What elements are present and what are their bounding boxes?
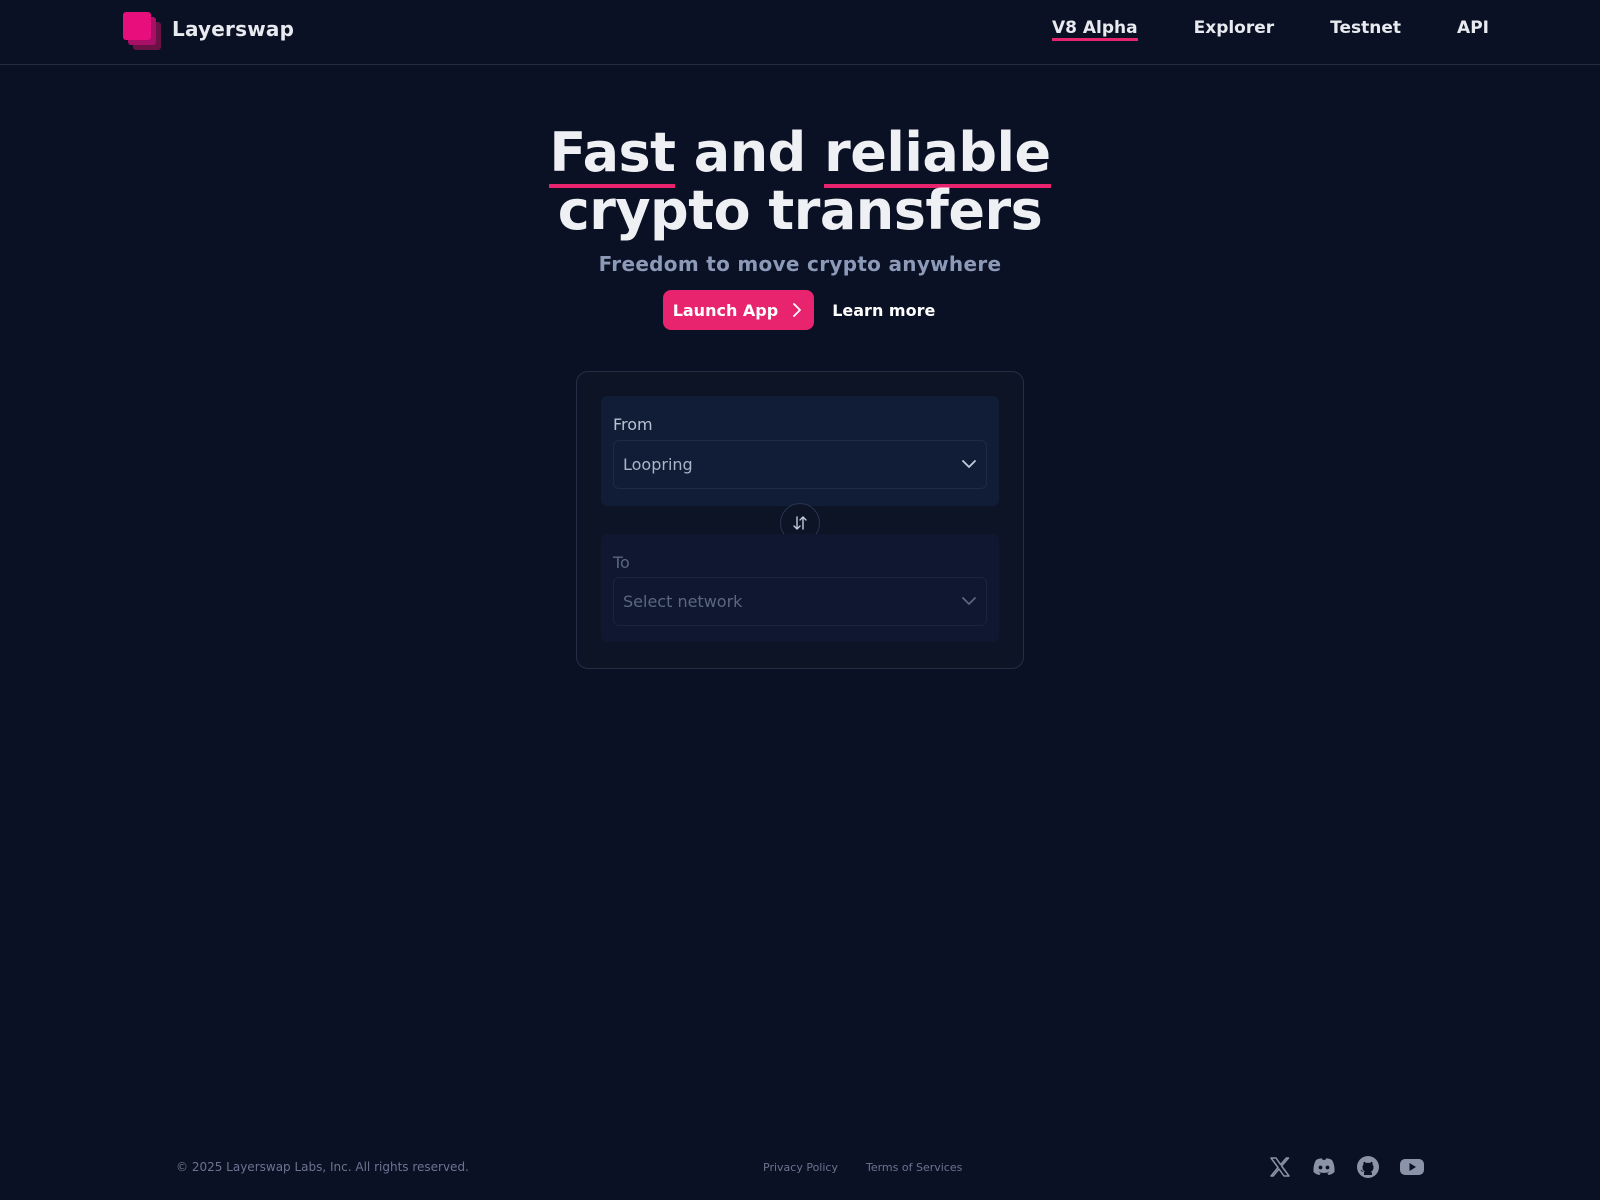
from-panel: From Loopring [601, 396, 999, 506]
launch-app-button[interactable]: Launch App [662, 290, 815, 330]
to-network-placeholder: Select network [623, 592, 743, 611]
from-network-value: Loopring [623, 455, 693, 474]
swap-arrows-icon [793, 516, 807, 530]
to-label: To [613, 553, 630, 572]
launch-app-label: Launch App [672, 300, 779, 320]
hero-title-fast: Fast [549, 121, 676, 188]
cta-row: Launch App Learn more [0, 290, 1600, 330]
to-network-select[interactable]: Select network [613, 577, 987, 626]
chevron-down-icon [962, 597, 976, 605]
learn-more-button[interactable]: Learn more [830, 301, 937, 320]
nav-v8-alpha[interactable]: V8 Alpha [1051, 18, 1138, 41]
nav-explorer[interactable]: Explorer [1194, 18, 1275, 41]
chevron-right-icon [793, 303, 802, 317]
from-network-select[interactable]: Loopring [613, 440, 987, 489]
from-label: From [613, 415, 653, 434]
hero-title-reliable: reliable [824, 121, 1051, 188]
hero-subtitle: Freedom to move crypto anywhere [598, 252, 1002, 276]
hero-title: Fast and reliable crypto transfers [0, 121, 1600, 242]
youtube-icon[interactable] [1399, 1154, 1425, 1180]
hero-title-line2: crypto transfers [557, 179, 1043, 242]
x-icon[interactable] [1267, 1154, 1293, 1180]
top-navigation-bar: Layerswap V8 Alpha Explorer Testnet API [0, 0, 1600, 65]
footer: © 2025 Layerswap Labs, Inc. All rights r… [0, 1150, 1600, 1186]
hero-section: Fast and reliable crypto transfers Freed… [0, 121, 1600, 330]
social-links [1267, 1154, 1425, 1180]
layerswap-logo-icon[interactable] [123, 12, 161, 50]
discord-icon[interactable] [1311, 1154, 1337, 1180]
nav-testnet[interactable]: Testnet [1330, 18, 1401, 41]
nav-api[interactable]: API [1457, 18, 1489, 41]
to-panel: To Select network [601, 534, 999, 642]
footer-links: Privacy Policy Terms of Services [763, 1161, 962, 1174]
logo-layer-front [123, 12, 151, 40]
main-nav: V8 Alpha Explorer Testnet API [1051, 18, 1489, 41]
swap-card: From Loopring To Select network [576, 371, 1024, 669]
chevron-down-icon [962, 460, 976, 468]
terms-of-services-link[interactable]: Terms of Services [866, 1161, 962, 1174]
privacy-policy-link[interactable]: Privacy Policy [763, 1161, 838, 1174]
github-icon[interactable] [1355, 1154, 1381, 1180]
copyright-text: © 2025 Layerswap Labs, Inc. All rights r… [176, 1160, 469, 1174]
brand-name[interactable]: Layerswap [172, 17, 294, 41]
hero-title-and: and [693, 121, 807, 184]
